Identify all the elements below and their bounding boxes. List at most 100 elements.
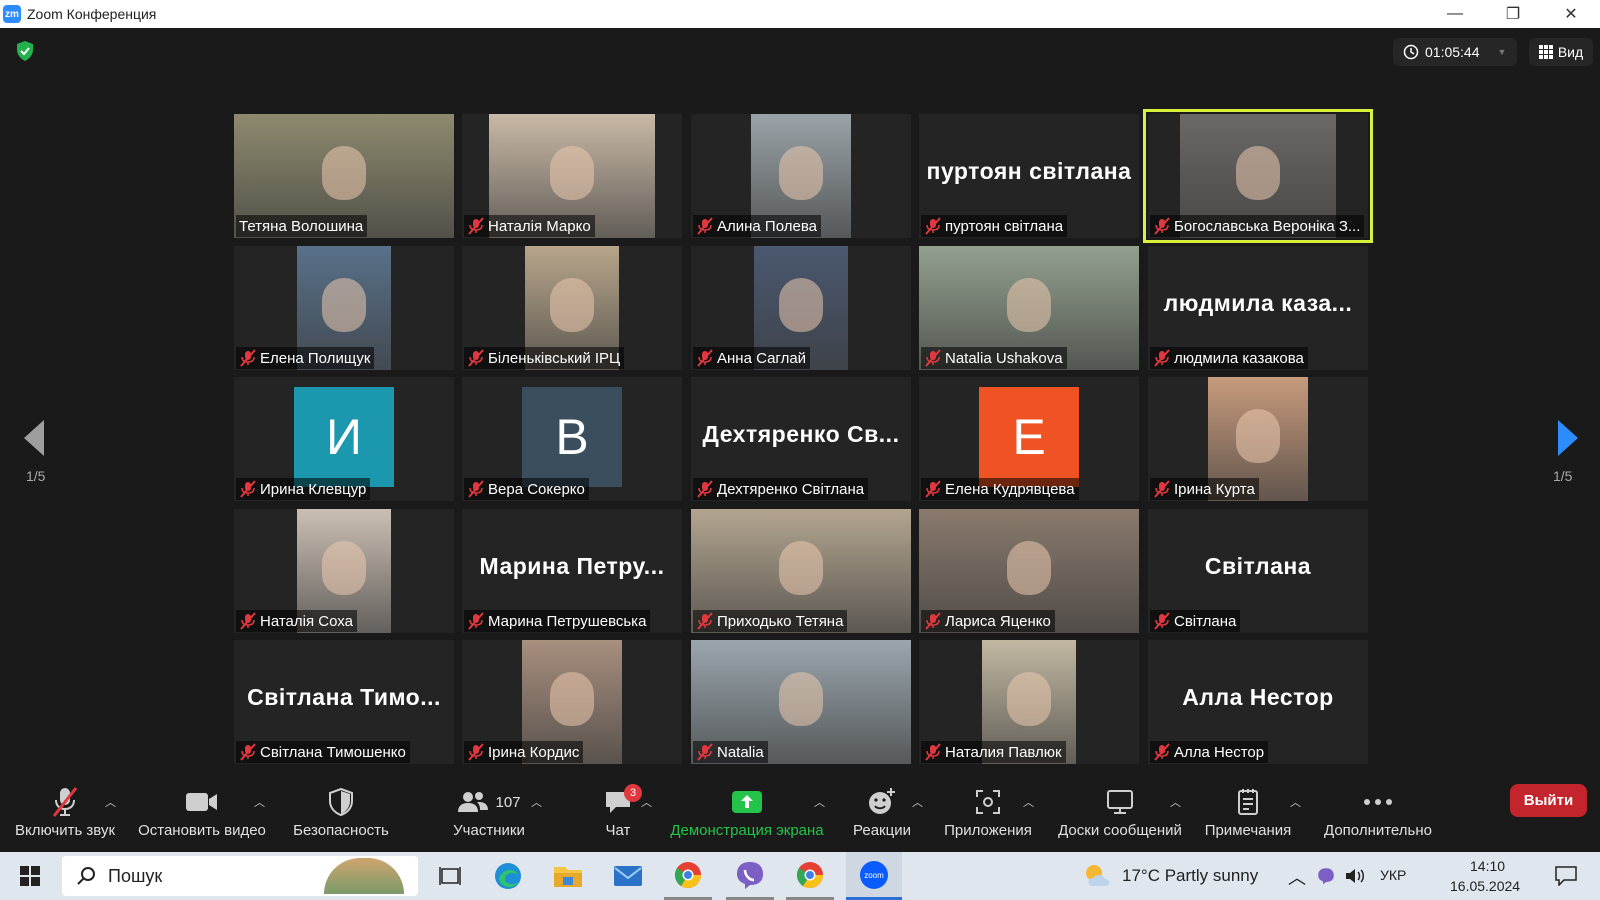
participant-tile[interactable]: Біленьківський ІРЦ — [462, 246, 682, 370]
person-silhouette — [1007, 278, 1051, 333]
participant-tile[interactable]: Natalia — [691, 640, 911, 764]
participant-tile[interactable]: Дехтяренко Св... Дехтяренко Світлана — [691, 377, 911, 501]
encryption-shield-icon[interactable] — [14, 40, 36, 62]
participant-tile[interactable]: Ірина Кордис — [462, 640, 682, 764]
participants-options-caret-icon[interactable]: ︿ — [531, 794, 542, 810]
participant-tile[interactable]: Марина Петру... Марина Петрушевська — [462, 509, 682, 633]
minimize-button[interactable]: — — [1426, 0, 1484, 28]
mail-taskbar-button[interactable] — [606, 852, 650, 900]
person-silhouette — [550, 278, 594, 333]
participant-tile[interactable]: людмила каза... людмила казакова — [1148, 246, 1368, 370]
security-shield-icon — [329, 788, 353, 816]
language-indicator[interactable]: УКР — [1380, 867, 1406, 883]
viber-tray-icon — [1318, 868, 1334, 885]
file-explorer-taskbar-button[interactable] — [546, 852, 590, 900]
zoom-taskbar-button[interactable]: zoom — [846, 852, 902, 900]
share-screen-button[interactable]: Демонстрация экрана — [668, 786, 826, 846]
previous-page-arrow-icon[interactable] — [24, 420, 46, 456]
volume-tray-button[interactable] — [1342, 852, 1368, 900]
whiteboards-button[interactable]: Доски сообщений — [1050, 786, 1190, 846]
meeting-timer[interactable]: 01:05:44 ▼ — [1393, 38, 1517, 66]
clock-date[interactable]: 16.05.2024 — [1450, 878, 1520, 894]
share-options-caret-icon[interactable]: ︿ — [814, 794, 825, 810]
participant-tile[interactable]: Світлана Тимо... Світлана Тимошенко — [234, 640, 454, 764]
person-silhouette — [322, 541, 366, 596]
audio-options-caret-icon[interactable]: ︿ — [105, 794, 116, 810]
edge-browser-icon — [495, 863, 521, 889]
participant-tile[interactable]: E Елена Кудрявцева — [919, 377, 1139, 501]
participant-nameplate: Богославська Вероніка З... — [1150, 215, 1365, 237]
security-button[interactable]: Безопасность — [286, 786, 396, 846]
restore-button[interactable]: ❐ — [1484, 0, 1542, 28]
participant-tile[interactable]: Елена Полищук — [234, 246, 454, 370]
windows-start-button[interactable] — [8, 852, 52, 900]
participant-tile[interactable]: пуртоян світлана пуртоян світлана — [919, 114, 1139, 238]
muted-microphone-icon — [240, 743, 256, 761]
participants-icon — [458, 792, 489, 812]
participant-nameplate: Вера Сокерко — [464, 478, 589, 500]
participant-name: Приходько Тетяна — [717, 612, 844, 630]
next-page-arrow-icon[interactable] — [1556, 420, 1578, 456]
participant-name: Наталія Соха — [260, 612, 353, 630]
apps-button[interactable]: Приложения — [940, 786, 1036, 846]
search-highlight-image — [324, 858, 404, 894]
notes-options-caret-icon[interactable]: ︿ — [1290, 794, 1301, 810]
notes-button[interactable]: Примечания — [1200, 786, 1296, 846]
leave-meeting-button[interactable]: Выйти — [1510, 784, 1587, 817]
participants-button[interactable]: 107 Участники — [434, 786, 544, 846]
participant-tile[interactable]: И Ирина Клевцур — [234, 377, 454, 501]
task-view-button[interactable] — [428, 852, 472, 900]
viber-taskbar-button[interactable] — [726, 852, 774, 900]
chat-options-caret-icon[interactable]: ︿ — [641, 794, 652, 810]
apps-options-caret-icon[interactable]: ︿ — [1023, 794, 1034, 810]
weather-text[interactable]: 17°C Partly sunny — [1122, 866, 1258, 886]
close-button[interactable]: ✕ — [1542, 0, 1600, 28]
muted-microphone-icon — [925, 743, 941, 761]
chrome-taskbar-button[interactable] — [786, 852, 834, 900]
clock-time[interactable]: 14:10 — [1470, 858, 1505, 874]
taskbar-search-box[interactable]: Пошук — [62, 856, 418, 896]
participant-tile[interactable]: Алла Нестор Алла Нестор — [1148, 640, 1368, 764]
participant-tile[interactable]: B Вера Сокерко — [462, 377, 682, 501]
participant-nameplate: Приходько Тетяна — [693, 610, 848, 632]
participants-label: Участники — [453, 822, 525, 839]
window-titlebar: zm Zoom Конференция — ❐ ✕ — [0, 0, 1600, 28]
participant-tile[interactable]: Наталія Марко — [462, 114, 682, 238]
muted-microphone-icon — [697, 217, 713, 235]
apps-label: Приложения — [944, 822, 1032, 839]
participant-tile[interactable]: Лариса Яценко — [919, 509, 1139, 633]
stop-video-button[interactable]: Остановить видео — [134, 786, 270, 846]
participant-tile[interactable]: Богославська Вероніка З... — [1143, 109, 1373, 243]
participant-tile[interactable]: Тетяна Волошина — [234, 114, 454, 238]
notifications-button[interactable] — [1546, 852, 1586, 900]
muted-microphone-icon — [468, 612, 484, 630]
tray-expand-chevron-icon[interactable]: ︿ — [1288, 864, 1306, 890]
participant-name: Наталия Павлюк — [945, 743, 1062, 761]
unmute-button[interactable]: Включить звук — [10, 786, 120, 846]
muted-microphone-icon — [240, 480, 256, 498]
chat-button[interactable]: 3 Чат — [588, 784, 648, 846]
participant-tile[interactable]: Наталия Павлюк — [919, 640, 1139, 764]
participant-tile[interactable]: Приходько Тетяна — [691, 509, 911, 633]
more-button[interactable]: Дополнительно — [1318, 786, 1438, 846]
participant-tile[interactable]: Natalia Ushakova — [919, 246, 1139, 370]
participant-name: Алла Нестор — [1174, 743, 1265, 761]
video-options-caret-icon[interactable]: ︿ — [254, 794, 265, 810]
participant-tile[interactable]: Ірина Курта — [1148, 377, 1368, 501]
edge-browser-taskbar-button[interactable] — [486, 852, 530, 900]
participant-tile[interactable]: Світлана Світлана — [1148, 509, 1368, 633]
unmute-label: Включить звук — [14, 822, 116, 839]
participant-tile[interactable]: Наталія Соха — [234, 509, 454, 633]
participant-tile[interactable]: Анна Саглай — [691, 246, 911, 370]
reactions-options-caret-icon[interactable]: ︿ — [912, 794, 923, 810]
viber-tray-button[interactable] — [1314, 852, 1338, 900]
page-indicator-right: 1/5 — [1553, 468, 1573, 484]
view-button[interactable]: Вид — [1529, 38, 1593, 66]
whiteboards-options-caret-icon[interactable]: ︿ — [1170, 794, 1181, 810]
participant-tile[interactable]: Алина Полева — [691, 114, 911, 238]
chrome-profile-taskbar-button[interactable] — [664, 852, 712, 900]
weather-widget-icon[interactable] — [1082, 852, 1114, 900]
microphone-muted-icon — [52, 787, 78, 817]
participant-nameplate: Елена Полищук — [236, 347, 375, 369]
reactions-button[interactable]: Реакции — [850, 786, 914, 846]
